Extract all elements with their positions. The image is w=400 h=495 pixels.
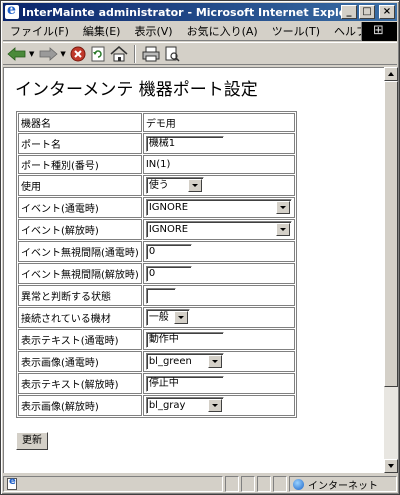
ignore-interval-on-input[interactable]: 0	[145, 243, 192, 260]
toolbar: ▼ ▼	[3, 42, 397, 65]
status-bar: インターネット	[3, 475, 397, 493]
toolbar-separator	[133, 44, 136, 63]
row-label: 使用	[18, 175, 142, 196]
title-bar[interactable]: InterMainte administrator - Microsoft In…	[3, 2, 397, 21]
scroll-down-icon[interactable]	[384, 459, 398, 473]
windows-logo-icon	[361, 22, 397, 41]
event-on-select[interactable]: IGNORE	[145, 199, 292, 216]
status-cell	[225, 476, 239, 492]
row-label: イベント無視間隔(通電時)	[18, 241, 142, 262]
row-label: 表示テキスト(通電時)	[18, 329, 142, 350]
scroll-up-icon[interactable]	[384, 67, 398, 81]
status-cell	[241, 476, 255, 492]
print-preview-icon[interactable]	[164, 45, 180, 63]
table-row: 使用 使う	[18, 175, 295, 196]
row-label: 機器名	[18, 113, 142, 132]
display-text-on-input[interactable]: 動作中	[145, 331, 224, 348]
table-row: イベント(解放時) IGNORE	[18, 219, 295, 240]
table-row: イベント無視間隔(通電時) 0	[18, 241, 295, 262]
display-image-on-select[interactable]: bl_green	[145, 353, 224, 370]
vertical-scrollbar[interactable]	[384, 67, 398, 473]
row-label: ポート名	[18, 133, 142, 154]
row-label: 異常と判断する状態	[18, 285, 142, 306]
menu-file[interactable]: ファイル(F)	[3, 23, 76, 39]
table-row: ポート名 機械1	[18, 133, 295, 154]
chevron-down-icon[interactable]	[207, 399, 222, 412]
menu-tools[interactable]: ツール(T)	[265, 23, 327, 39]
internet-globe-icon	[293, 478, 304, 490]
event-off-select[interactable]: IGNORE	[145, 221, 292, 238]
display-image-off-select[interactable]: bl_gray	[145, 397, 224, 414]
page-title: インターメンテ 機器ポート設定	[15, 80, 258, 100]
table-row: ポート種別(番号) IN(1)	[18, 155, 295, 174]
close-button[interactable]: ×	[379, 5, 395, 19]
forward-dropdown-icon[interactable]: ▼	[60, 50, 65, 58]
table-row: イベント無視間隔(解放時) 0	[18, 263, 295, 284]
status-message	[3, 476, 223, 492]
table-row: 表示画像(通電時) bl_green	[18, 351, 295, 372]
ie-app-icon[interactable]	[5, 2, 19, 19]
stop-icon[interactable]	[70, 45, 86, 63]
forward-arrow-icon[interactable]	[38, 45, 59, 63]
print-icon[interactable]	[142, 45, 160, 63]
event-on-select-value: IGNORE	[148, 202, 189, 213]
menu-edit[interactable]: 編集(E)	[76, 23, 128, 39]
display-image-off-value: bl_gray	[148, 400, 186, 411]
row-label: イベント(解放時)	[18, 219, 142, 240]
table-row: 異常と判断する状態	[18, 285, 295, 306]
zone-label: インターネット	[308, 480, 378, 492]
table-row: 表示テキスト(解放時) 停止中	[18, 373, 295, 394]
row-label: 表示画像(解放時)	[18, 395, 142, 416]
menu-favorites[interactable]: お気に入り(A)	[180, 23, 265, 39]
back-arrow-icon[interactable]	[7, 45, 27, 63]
use-select[interactable]: 使う	[145, 177, 204, 194]
update-button[interactable]: 更新	[16, 432, 48, 450]
row-label: 表示テキスト(解放時)	[18, 373, 142, 394]
minimize-button[interactable]: _	[341, 5, 357, 19]
row-label: イベント(通電時)	[18, 197, 142, 218]
menu-bar: ファイル(F) 編集(E) 表示(V) お気に入り(A) ツール(T) ヘルプ(	[3, 22, 397, 41]
ignore-interval-off-input[interactable]: 0	[145, 265, 192, 282]
row-label: イベント無視間隔(解放時)	[18, 263, 142, 284]
display-text-off-input[interactable]: 停止中	[145, 375, 224, 392]
device-name-value: デモ用	[142, 113, 295, 132]
chevron-down-icon[interactable]	[275, 201, 290, 214]
table-row: イベント(通電時) IGNORE	[18, 197, 295, 218]
menu-view[interactable]: 表示(V)	[127, 23, 179, 39]
port-name-input[interactable]: 機械1	[145, 135, 224, 152]
back-dropdown-icon[interactable]: ▼	[29, 50, 34, 58]
table-row: 機器名 デモ用	[18, 113, 295, 132]
table-row: 接続されている機材 一般	[18, 307, 295, 328]
event-off-select-value: IGNORE	[148, 224, 189, 235]
row-label: ポート種別(番号)	[18, 155, 142, 174]
row-label: 接続されている機材	[18, 307, 142, 328]
display-image-on-value: bl_green	[148, 356, 192, 367]
table-row: 表示画像(解放時) bl_gray	[18, 395, 295, 416]
chevron-down-icon[interactable]	[207, 355, 222, 368]
home-icon[interactable]	[110, 45, 128, 63]
chevron-down-icon[interactable]	[187, 179, 202, 192]
browser-window: InterMainte administrator - Microsoft In…	[0, 0, 400, 495]
use-select-value: 使う	[148, 180, 169, 191]
scroll-thumb[interactable]	[384, 81, 398, 387]
maximize-button[interactable]: □	[359, 5, 375, 19]
connected-equipment-select[interactable]: 一般	[145, 309, 190, 326]
row-label: 表示画像(通電時)	[18, 351, 142, 372]
window-title: InterMainte administrator - Microsoft In…	[22, 5, 341, 19]
status-cell	[273, 476, 287, 492]
port-type-value: IN(1)	[142, 155, 295, 174]
port-settings-table: 機器名 デモ用 ポート名 機械1 ポート種別(番号) IN(1) 使用 使う イ…	[16, 111, 297, 418]
refresh-icon[interactable]	[90, 45, 106, 63]
chevron-down-icon[interactable]	[173, 311, 188, 324]
page-icon	[7, 476, 17, 490]
page-content: インターメンテ 機器ポート設定 機器名 デモ用 ポート名 機械1 ポート種別(番…	[3, 67, 384, 473]
status-cell	[257, 476, 271, 492]
table-row: 表示テキスト(通電時) 動作中	[18, 329, 295, 350]
security-zone[interactable]: インターネット	[289, 476, 397, 492]
connected-equipment-value: 一般	[148, 312, 169, 323]
chevron-down-icon[interactable]	[275, 223, 290, 236]
abnormal-state-input[interactable]	[145, 287, 176, 304]
